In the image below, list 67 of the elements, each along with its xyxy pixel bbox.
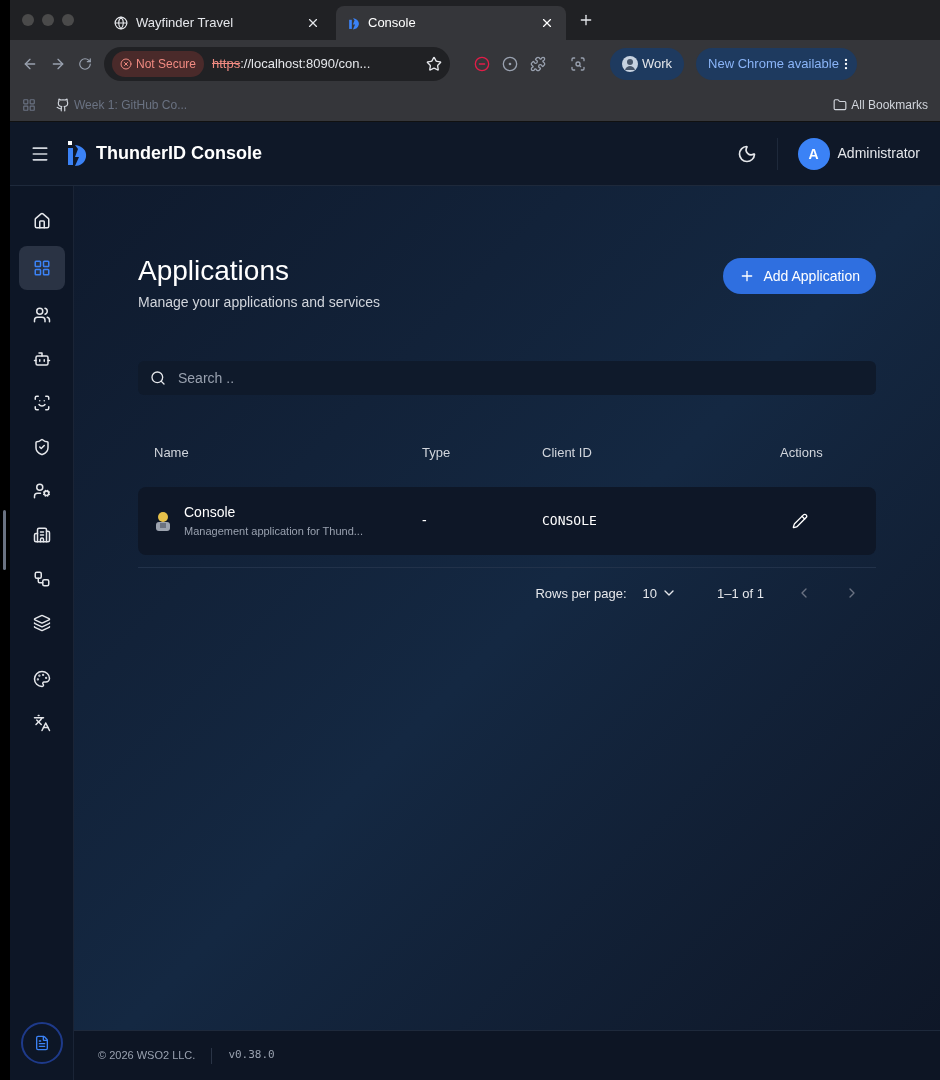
- column-header: Actions: [780, 444, 824, 462]
- page-subtitle: Manage your applications and services: [138, 293, 381, 312]
- tab-title: Wayfinder Travel: [136, 14, 235, 33]
- robot-icon: [32, 350, 51, 368]
- type-cell-text: -: [422, 511, 428, 530]
- lens-icon[interactable]: [570, 56, 586, 72]
- palette-icon: [32, 670, 51, 688]
- add-application-button[interactable]: Add Application: [723, 258, 876, 294]
- address-bar[interactable]: Not Secure https://localhost:8090/con...: [104, 47, 450, 81]
- star-icon[interactable]: [426, 56, 442, 72]
- forward-icon[interactable]: [50, 56, 66, 72]
- rows-per-page-select[interactable]: 10: [642, 583, 677, 603]
- search-field[interactable]: Search ..: [138, 361, 876, 395]
- document-icon: [33, 1035, 50, 1051]
- folder-icon: [833, 97, 848, 112]
- app-description: Management application for Thund...: [184, 523, 363, 539]
- url-text: https://localhost:8090/con...: [212, 55, 371, 74]
- new-tab-icon[interactable]: [578, 12, 594, 28]
- column-header: Name: [154, 444, 190, 462]
- target-icon[interactable]: [502, 56, 518, 72]
- home-icon: [32, 212, 51, 230]
- github-icon: [56, 97, 70, 112]
- edit-icon[interactable]: [792, 512, 808, 529]
- user-name[interactable]: Administrator: [837, 143, 920, 164]
- puzzle-icon[interactable]: [530, 56, 546, 72]
- page-range: 1–1 of 1: [717, 584, 764, 603]
- user-avatar[interactable]: A: [797, 137, 830, 170]
- reload-icon[interactable]: [78, 57, 92, 71]
- warning-icon: [120, 58, 132, 70]
- logo-icon: [66, 140, 88, 167]
- column-header: Client ID: [542, 444, 593, 462]
- search-icon: [150, 370, 166, 386]
- update-chip[interactable]: New Chrome available: [696, 48, 857, 80]
- extension-icon[interactable]: [474, 56, 490, 72]
- rows-per-page-label: Rows per page:: [535, 584, 627, 603]
- page-title: Applications: [138, 254, 290, 288]
- browser-tab[interactable]: Wayfinder Travel: [102, 6, 332, 40]
- grid-icon: [32, 259, 51, 277]
- profile-chip[interactable]: Work: [610, 48, 685, 80]
- flow-icon: [32, 570, 51, 588]
- scan-icon: [32, 394, 51, 412]
- client-id-cell-text: CONSOLE: [542, 511, 598, 530]
- users-icon: [32, 306, 51, 324]
- copyright-text: © 2026 WSO2 LLC.: [98, 1048, 196, 1064]
- avatar-icon: [622, 56, 638, 72]
- tab-title: Console: [368, 14, 417, 33]
- version-text: v0.38.0: [228, 1047, 275, 1064]
- security-chip[interactable]: Not Secure: [112, 51, 205, 77]
- user-gear-icon: [32, 482, 51, 500]
- table-row[interactable]: Console Management application for Thund... - CONSOLE: [138, 486, 876, 555]
- theme-toggle-icon[interactable]: [736, 143, 757, 164]
- browser-tab[interactable]: Console: [336, 6, 566, 40]
- building-icon: [32, 526, 51, 544]
- person-icon: [154, 510, 172, 531]
- all-bookmarks-item[interactable]: All Bookmarks: [833, 95, 928, 114]
- globe-icon: [114, 16, 128, 30]
- layers-icon: [32, 614, 51, 632]
- app-name-cell-text: Console: [184, 502, 237, 522]
- back-icon[interactable]: [22, 56, 38, 72]
- column-header: Type: [422, 444, 452, 462]
- shield-icon: [32, 438, 51, 456]
- docs-button[interactable]: [20, 1022, 63, 1064]
- close-icon[interactable]: [306, 16, 320, 30]
- translate-icon: [32, 714, 51, 732]
- app-name: ThunderID Console: [96, 142, 263, 165]
- logo-icon: [348, 16, 360, 30]
- close-icon[interactable]: [540, 16, 554, 30]
